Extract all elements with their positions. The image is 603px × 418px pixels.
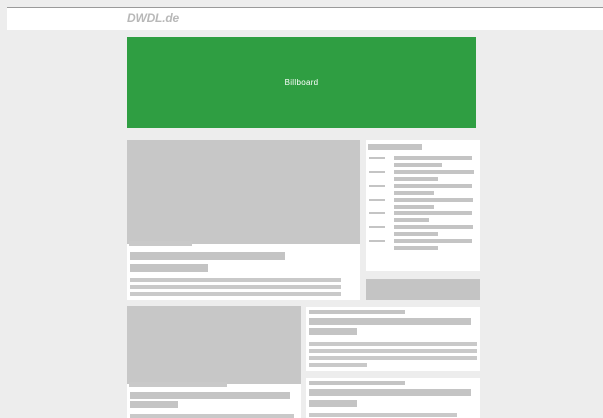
sidebar-list-link[interactable] xyxy=(394,246,438,250)
sidebar-list-time xyxy=(369,212,385,214)
featured-article-title-line-1 xyxy=(130,252,285,260)
sidebar-ad-slot[interactable] xyxy=(366,279,480,300)
text-article-teaser-line-2 xyxy=(309,349,477,353)
featured-article-image xyxy=(127,140,360,244)
text-article-teaser-line-1 xyxy=(309,413,457,417)
sidebar-list-time xyxy=(369,185,385,187)
sidebar-list-heading xyxy=(368,144,422,150)
billboard-ad[interactable]: Billboard xyxy=(127,37,476,128)
text-article-title-line-2 xyxy=(309,328,357,335)
text-article-title-line-1 xyxy=(309,389,471,396)
sidebar-list-link[interactable] xyxy=(394,211,472,215)
text-article-teaser-line-1 xyxy=(309,342,477,346)
sidebar-list-link[interactable] xyxy=(394,198,473,202)
article-teaser-line-1 xyxy=(130,414,294,418)
sidebar-list-time xyxy=(369,157,385,159)
article-category xyxy=(129,382,227,387)
featured-article-category xyxy=(129,241,192,246)
article-title-line-2 xyxy=(130,401,178,408)
article-card[interactable] xyxy=(127,306,301,418)
page: DWDL.de Billboard xyxy=(0,0,603,418)
sidebar-list-link[interactable] xyxy=(394,163,442,167)
featured-article-teaser-line-3 xyxy=(130,292,341,296)
featured-article-card[interactable] xyxy=(127,140,360,300)
sidebar-list-link[interactable] xyxy=(394,232,438,236)
sidebar-list-link[interactable] xyxy=(394,205,434,209)
sidebar-list-link[interactable] xyxy=(394,177,438,181)
sidebar-list-time xyxy=(369,171,385,173)
sidebar-list-link[interactable] xyxy=(394,225,473,229)
text-article-title-line-1 xyxy=(309,318,471,325)
text-article-teaser-line-3 xyxy=(309,356,477,360)
text-article-teaser-line-4 xyxy=(309,363,367,367)
sidebar-list-link[interactable] xyxy=(394,156,472,160)
sidebar-list-time xyxy=(369,226,385,228)
sidebar-list-link[interactable] xyxy=(394,218,429,222)
sidebar-list-time xyxy=(369,240,385,242)
billboard-label: Billboard xyxy=(284,78,319,87)
text-article-category xyxy=(309,310,405,314)
featured-article-teaser-line-2 xyxy=(130,285,341,289)
site-logo[interactable]: DWDL.de xyxy=(127,11,179,25)
text-article-card[interactable] xyxy=(306,307,480,371)
sidebar-list-link[interactable] xyxy=(394,184,472,188)
sidebar-list-time xyxy=(369,199,385,201)
article-image xyxy=(127,306,301,384)
featured-article-teaser-line-1 xyxy=(130,278,341,282)
text-article-category xyxy=(309,381,405,385)
sidebar-list-link[interactable] xyxy=(394,170,474,174)
site-header: DWDL.de xyxy=(7,8,603,30)
text-article-card[interactable] xyxy=(306,378,480,418)
featured-article-title-line-2 xyxy=(130,264,208,272)
sidebar-list-link[interactable] xyxy=(394,191,434,195)
text-article-title-line-2 xyxy=(309,400,357,407)
sidebar-list-card xyxy=(366,140,480,271)
sidebar-list-link[interactable] xyxy=(394,239,472,243)
article-title-line-1 xyxy=(130,392,290,399)
